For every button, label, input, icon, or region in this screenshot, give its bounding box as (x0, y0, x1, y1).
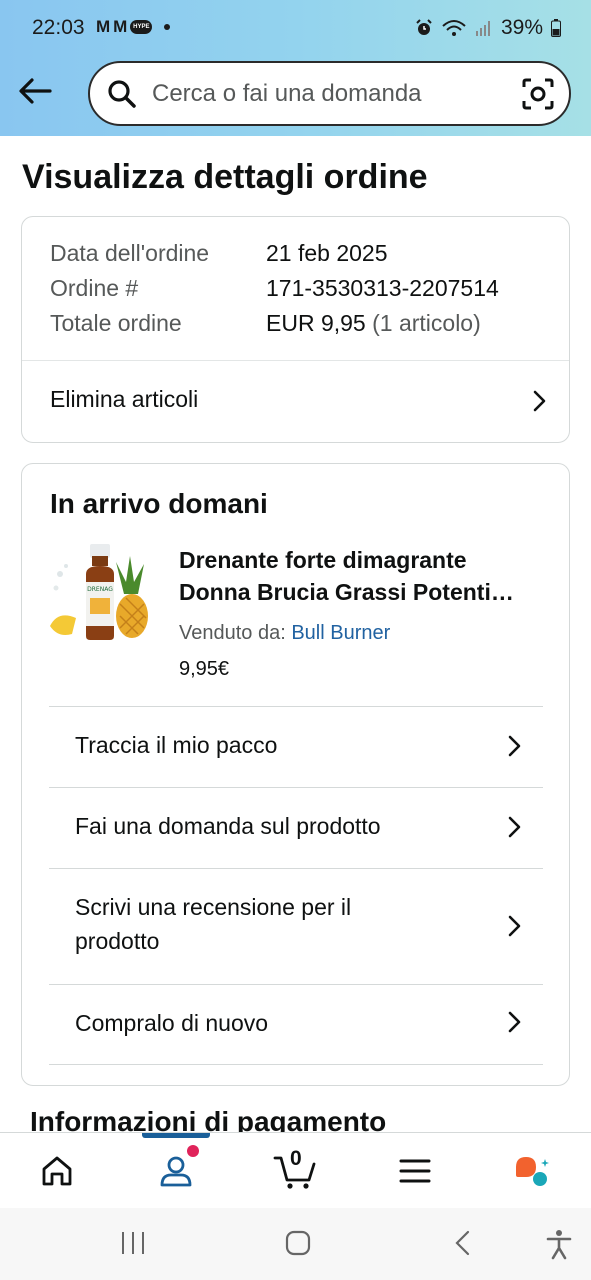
track-package-row[interactable]: Traccia il mio pacco (49, 706, 543, 787)
accessibility-icon[interactable] (544, 1228, 574, 1260)
rufus-assistant-icon (516, 1157, 549, 1186)
nav-account[interactable] (136, 1133, 216, 1209)
more-notifications-dot (164, 24, 171, 30)
notification-dot (187, 1145, 199, 1157)
status-time: 22:03 (32, 16, 85, 39)
svg-text:DRENAG: DRENAG (87, 586, 113, 593)
arrow-left-icon (19, 78, 52, 104)
camera-search-icon[interactable] (521, 77, 555, 111)
order-date-value: 21 feb 2025 (266, 240, 388, 266)
home-button-icon[interactable] (284, 1229, 312, 1257)
alarm-icon (416, 19, 432, 35)
chevron-right-icon (508, 816, 521, 838)
order-summary-card: Data dell'ordine 21 feb 2025 Ordine # 17… (21, 216, 570, 443)
gmail-icon: M (113, 17, 127, 36)
home-icon (42, 1156, 72, 1186)
product-title-line: Donna Brucia Grassi Potenti… (179, 579, 514, 605)
menu-icon (399, 1159, 431, 1183)
buy-again-label: Compralo di nuovo (75, 1010, 269, 1036)
order-total-amount: EUR 9,95 (266, 310, 366, 336)
battery-percent: 39% (500, 16, 543, 39)
system-back-icon[interactable] (452, 1229, 474, 1257)
cart-count: 0 (290, 1147, 302, 1170)
search-icon (106, 78, 138, 110)
signal-icon (475, 21, 490, 36)
write-review-label: Scrivi una recensione per il prodotto (75, 890, 351, 958)
back-button[interactable] (16, 72, 54, 110)
notification-icons: M M HYPE (96, 17, 171, 37)
nav-cart[interactable] (255, 1133, 335, 1209)
nav-rufus-assistant[interactable] (493, 1133, 573, 1209)
product-image[interactable]: DRENAG (46, 544, 156, 644)
order-item-count: (1 articolo) (372, 310, 481, 336)
remove-items-row[interactable]: Elimina articoli (22, 361, 569, 443)
system-navigation-bar (0, 1208, 591, 1280)
hype-icon: HYPE (130, 20, 153, 34)
order-number-label: Ordine # (50, 275, 139, 301)
remove-items-label: Elimina articoli (50, 386, 199, 412)
write-review-label-line: Scrivi una recensione per il (75, 894, 352, 920)
order-total-value: EUR 9,95 (1 articolo) (266, 310, 481, 337)
sold-by-label: Venduto da: (179, 622, 286, 644)
user-icon (160, 1156, 192, 1187)
track-package-label: Traccia il mio pacco (75, 732, 278, 758)
status-bar: 22:03 M M HYPE 39% (0, 0, 591, 56)
product-title-line: Drenante forte dimagrante (179, 547, 467, 573)
recent-apps-icon[interactable] (119, 1230, 147, 1256)
product-title[interactable]: Drenante forte dimagrante Donna Brucia G… (179, 544, 549, 608)
shipment-card: In arrivo domani DRENAG Drenante forte d… (21, 463, 570, 1086)
app-header: 22:03 M M HYPE 39% Cerca o fai una doman… (0, 0, 591, 136)
nav-menu[interactable] (375, 1133, 455, 1209)
order-total-label: Totale ordine (50, 310, 182, 336)
write-review-row[interactable]: Scrivi una recensione per il prodotto (49, 868, 543, 984)
gmail-icon: M (96, 17, 110, 36)
nav-home[interactable] (17, 1133, 97, 1209)
chevron-right-icon (508, 915, 521, 937)
wifi-icon (442, 20, 466, 36)
seller-link[interactable]: Bull Burner (291, 622, 390, 644)
battery-icon (551, 19, 561, 37)
sold-by: Venduto da: Bull Burner (179, 622, 390, 645)
chevron-right-icon (508, 1011, 521, 1033)
order-number-value: 171-3530313-2207514 (266, 275, 499, 301)
chevron-right-icon (533, 390, 546, 412)
page-title: Visualizza dettagli ordine (22, 158, 428, 196)
buy-again-row[interactable]: Compralo di nuovo (49, 984, 543, 1065)
delivery-status-heading: In arrivo domani (50, 488, 268, 519)
ask-question-row[interactable]: Fai una domanda sul prodotto (49, 787, 543, 868)
search-bar[interactable]: Cerca o fai una domanda (88, 61, 571, 126)
search-input[interactable]: Cerca o fai una domanda (152, 80, 422, 108)
ask-question-label: Fai una domanda sul prodotto (75, 813, 381, 839)
product-price: 9,95€ (179, 658, 230, 680)
status-right: 39% (415, 16, 561, 40)
order-date-label: Data dell'ordine (50, 240, 210, 266)
bottom-navigation: 0 (0, 1132, 591, 1208)
chevron-right-icon (508, 735, 521, 757)
write-review-label-line: prodotto (75, 928, 160, 954)
